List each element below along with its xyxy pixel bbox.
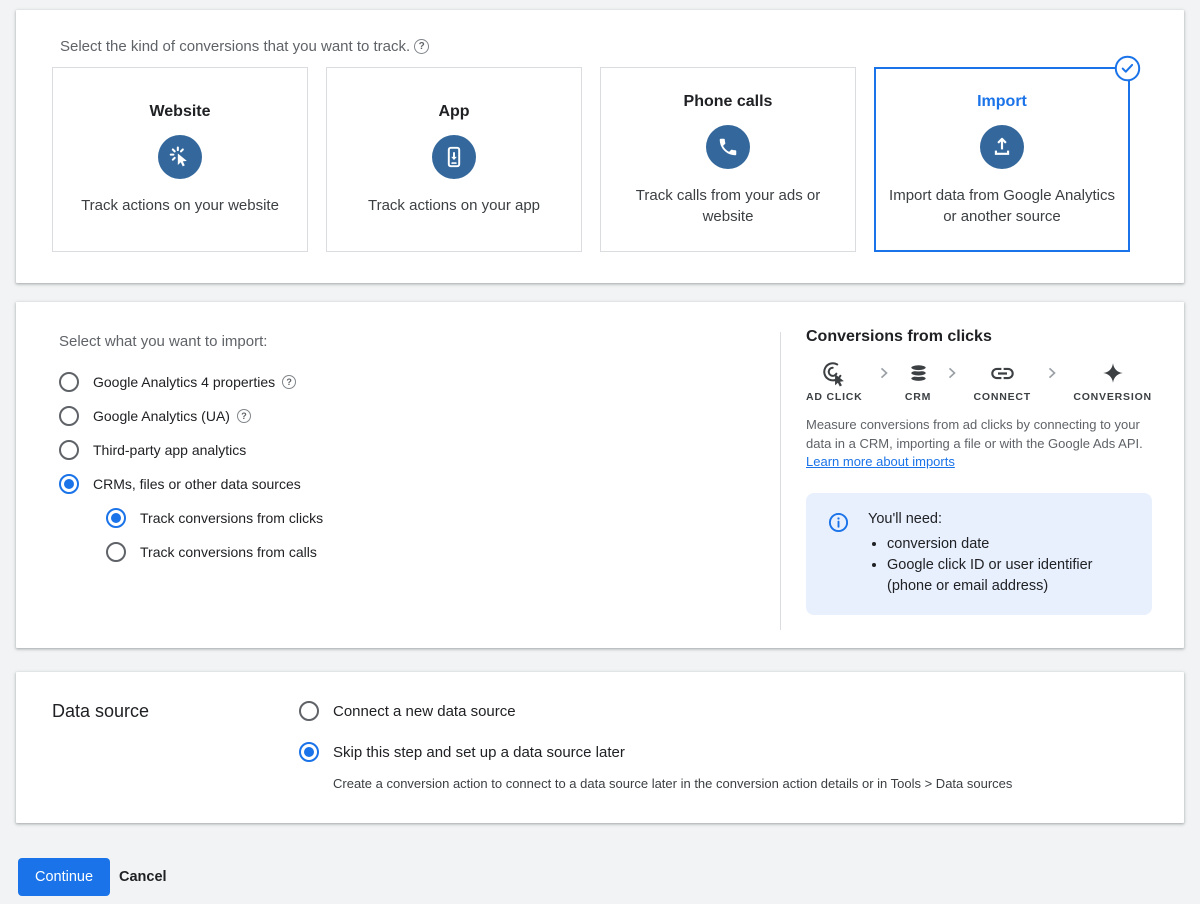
radio-icon xyxy=(299,701,319,721)
info-item: conversion date xyxy=(887,534,1138,555)
radio-icon xyxy=(59,440,79,460)
conversions-from-clicks-panel: Conversions from clicks AD CLICK xyxy=(806,328,1152,615)
section-header: Select the kind of conversions that you … xyxy=(60,38,429,55)
radio-icon xyxy=(59,474,79,494)
help-icon[interactable]: ? xyxy=(237,409,251,423)
card-title: Website xyxy=(149,103,210,121)
flow-step-connect: CONNECT xyxy=(974,359,1032,403)
conversion-flow-diagram: AD CLICK CRM xyxy=(806,359,1152,403)
info-item: Google click ID or user identifier (phon… xyxy=(887,555,1138,597)
radio-option-skip-step[interactable]: Skip this step and set up a data source … xyxy=(299,742,1012,762)
import-options-list: Google Analytics 4 properties ? Google A… xyxy=(59,365,323,569)
data-source-section: Data source Connect a new data source Sk… xyxy=(16,672,1184,823)
info-box: You'll need: conversion date Google clic… xyxy=(806,493,1152,615)
upload-icon xyxy=(980,125,1024,169)
card-website[interactable]: Website Track actions on your website xyxy=(52,67,308,252)
link-icon xyxy=(989,359,1016,387)
card-app[interactable]: App Track actions on your app xyxy=(326,67,582,252)
app-phone-icon xyxy=(432,135,476,179)
selected-check-icon xyxy=(1114,55,1141,82)
import-options-section: Select what you want to import: Google A… xyxy=(16,302,1184,648)
radio-option-clicks[interactable]: Track conversions from clicks xyxy=(106,501,323,535)
card-description: Track calls from your ads or website xyxy=(611,185,845,227)
section-title: Select the kind of conversions that you … xyxy=(60,38,410,55)
learn-more-link[interactable]: Learn more about imports xyxy=(806,454,955,469)
phone-icon xyxy=(706,125,750,169)
help-icon[interactable]: ? xyxy=(282,375,296,389)
conversion-type-section: Select the kind of conversions that you … xyxy=(16,10,1184,283)
card-phone-calls[interactable]: Phone calls Track calls from your ads or… xyxy=(600,67,856,252)
cancel-button[interactable]: Cancel xyxy=(119,858,167,896)
import-section-title: Select what you want to import: xyxy=(59,333,267,350)
card-title: Phone calls xyxy=(684,93,773,111)
card-title: App xyxy=(438,103,469,121)
flow-step-conversion: CONVERSION xyxy=(1073,359,1152,403)
radio-option-crm[interactable]: CRMs, files or other data sources xyxy=(59,467,323,501)
radio-icon xyxy=(299,742,319,762)
database-icon xyxy=(906,359,931,387)
panel-description: Measure conversions from ad clicks by co… xyxy=(806,416,1146,472)
flow-step-crm: CRM xyxy=(905,359,931,403)
radio-option-calls[interactable]: Track conversions from calls xyxy=(106,535,323,569)
radio-option-ua[interactable]: Google Analytics (UA) ? xyxy=(59,399,323,433)
radio-option-ga4[interactable]: Google Analytics 4 properties ? xyxy=(59,365,323,399)
data-source-title: Data source xyxy=(52,701,149,722)
radio-option-connect-new[interactable]: Connect a new data source xyxy=(299,701,1012,721)
skip-step-caption: Create a conversion action to connect to… xyxy=(333,776,1012,791)
sparkle-icon xyxy=(1101,359,1125,387)
info-icon xyxy=(828,511,849,597)
info-list: conversion date Google click ID or user … xyxy=(868,534,1138,597)
flow-step-ad-click: AD CLICK xyxy=(806,359,863,403)
card-description: Track actions on your app xyxy=(368,195,540,216)
chevron-right-icon xyxy=(874,363,894,383)
info-content: You'll need: conversion date Google clic… xyxy=(868,511,1138,597)
help-icon[interactable]: ? xyxy=(414,39,429,54)
chevron-right-icon xyxy=(1042,363,1062,383)
radio-option-third-party[interactable]: Third-party app analytics xyxy=(59,433,323,467)
radio-icon xyxy=(106,508,126,528)
card-title: Import xyxy=(977,93,1027,111)
card-import[interactable]: Import Import data from Google Analytics… xyxy=(874,67,1130,252)
card-description: Track actions on your website xyxy=(81,195,279,216)
ad-click-icon xyxy=(821,359,848,387)
conversion-type-cards: Website Track actions on your website Ap… xyxy=(52,67,1130,252)
card-description: Import data from Google Analytics or ano… xyxy=(885,185,1119,227)
radio-icon xyxy=(59,372,79,392)
chevron-right-icon xyxy=(942,363,962,383)
data-source-options: Connect a new data source Skip this step… xyxy=(299,701,1012,791)
continue-button[interactable]: Continue xyxy=(18,858,110,896)
radio-icon xyxy=(106,542,126,562)
click-icon xyxy=(158,135,202,179)
info-title: You'll need: xyxy=(868,511,1138,527)
radio-icon xyxy=(59,406,79,426)
panel-title: Conversions from clicks xyxy=(806,328,1152,346)
vertical-divider xyxy=(780,332,781,630)
